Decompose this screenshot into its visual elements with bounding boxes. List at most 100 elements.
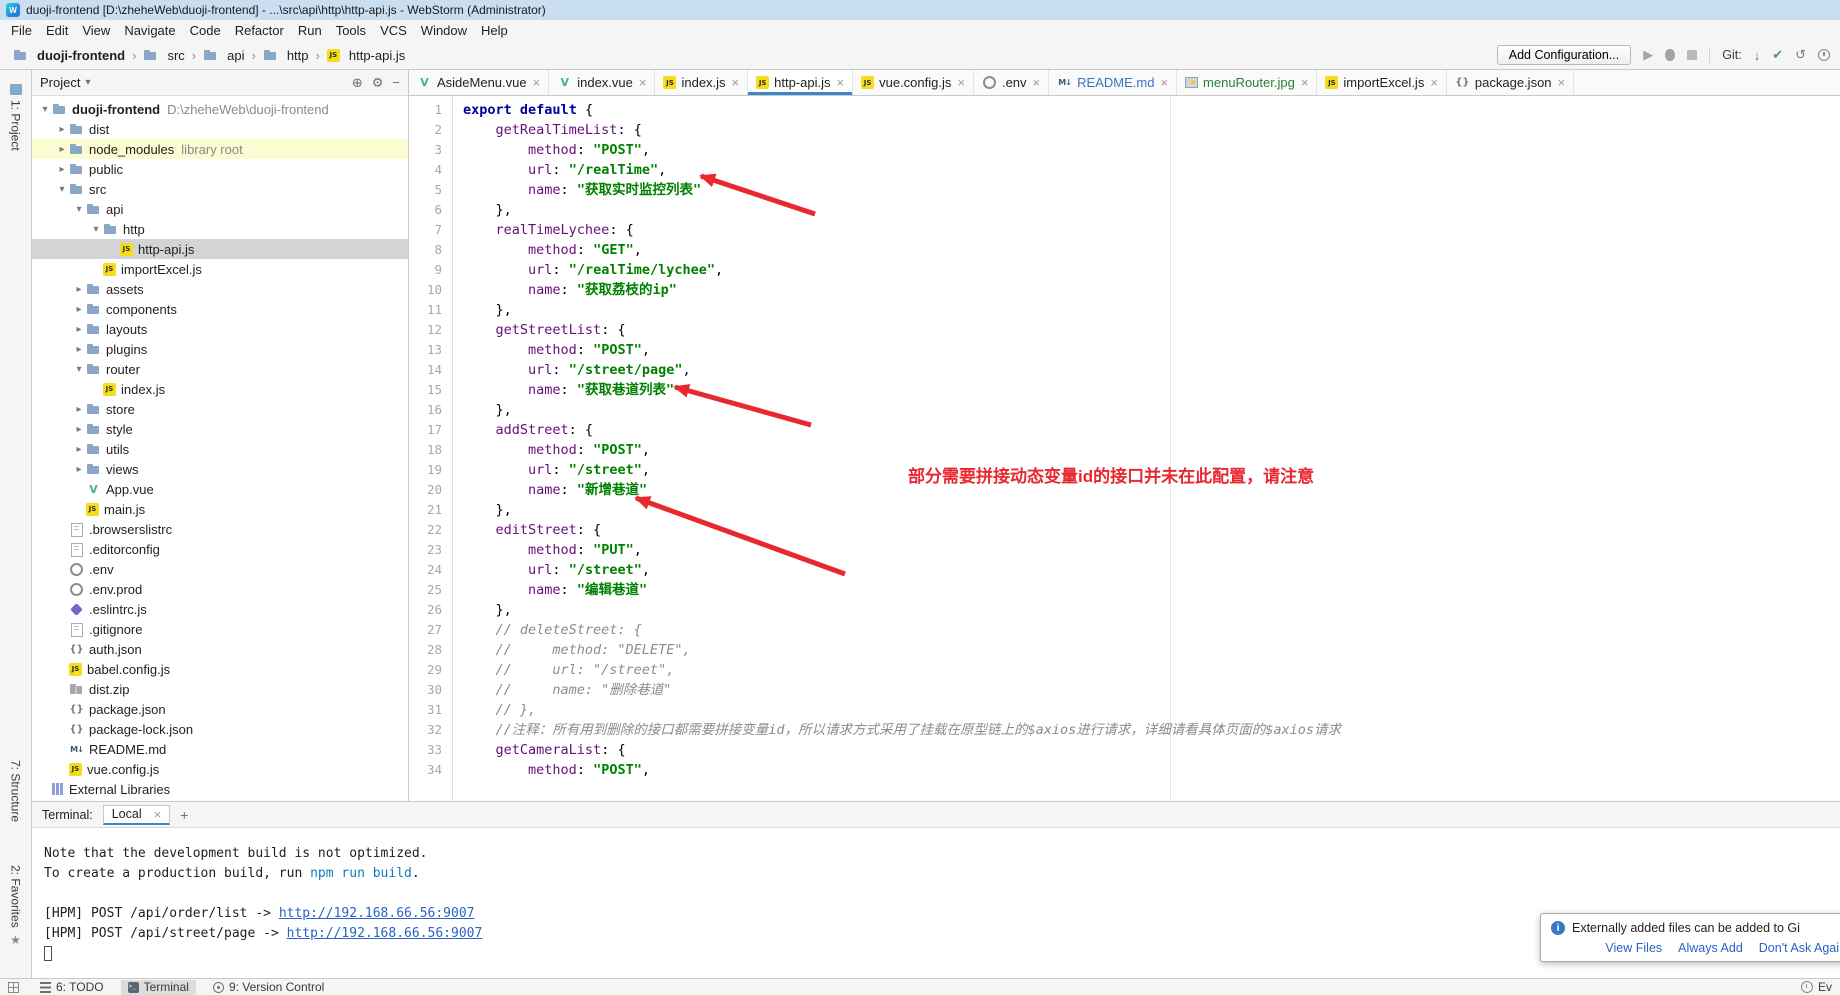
tree-item-vue-config-js[interactable]: vue.config.js: [32, 759, 408, 779]
close-icon[interactable]: [1160, 75, 1168, 90]
chevron-down-icon[interactable]: [72, 204, 86, 215]
menu-tools[interactable]: Tools: [329, 21, 373, 40]
new-terminal-button[interactable]: [180, 807, 188, 823]
chevron-right-icon[interactable]: [72, 444, 86, 455]
tree-item-package-json[interactable]: package.json: [32, 699, 408, 719]
code-line[interactable]: //注释：所有用到删除的接口都需要拼接变量id，所以请求方式采用了挂载在原型链上…: [463, 720, 1840, 740]
tab-vue-config-js[interactable]: vue.config.js: [853, 70, 974, 95]
statusbar-terminal[interactable]: Terminal: [121, 980, 196, 995]
close-icon[interactable]: [533, 75, 541, 90]
close-icon[interactable]: [154, 807, 162, 822]
code-line[interactable]: name: "编辑巷道": [463, 580, 1840, 600]
git-revert-icon[interactable]: ↺: [1795, 47, 1806, 63]
code-line[interactable]: },: [463, 400, 1840, 420]
tree-item-main-js[interactable]: main.js: [32, 499, 408, 519]
tree-item-package-lock-json[interactable]: package-lock.json: [32, 719, 408, 739]
code-line[interactable]: addStreet: {: [463, 420, 1840, 440]
terminal-link[interactable]: http://192.168.66.56:9007: [287, 926, 483, 941]
tree-item-importexcel-js[interactable]: importExcel.js: [32, 259, 408, 279]
code-line[interactable]: // name: "删除巷道": [463, 680, 1840, 700]
chevron-right-icon[interactable]: [72, 304, 86, 315]
statusbar-9-version-control[interactable]: 9: Version Control: [206, 980, 331, 995]
chevron-right-icon[interactable]: [72, 404, 86, 415]
breadcrumb-item-api[interactable]: api: [200, 47, 247, 64]
code-line[interactable]: url: "/realTime/lychee",: [463, 260, 1840, 280]
hide-panel-icon[interactable]: −: [392, 75, 400, 91]
close-icon[interactable]: [1301, 75, 1309, 90]
breadcrumb-item-duoji-frontend[interactable]: duoji-frontend: [10, 47, 128, 64]
menu-help[interactable]: Help: [474, 21, 515, 40]
code-line[interactable]: getCameraList: {: [463, 740, 1840, 760]
chevron-down-icon[interactable]: ▾: [85, 77, 90, 88]
tree-item-style[interactable]: style: [32, 419, 408, 439]
code-line[interactable]: // url: "/street",: [463, 660, 1840, 680]
code-editor[interactable]: 1234567891011121314151617181920212223242…: [409, 96, 1840, 801]
code-line[interactable]: name: "获取巷道列表": [463, 380, 1840, 400]
tree-item-router[interactable]: router: [32, 359, 408, 379]
code-line[interactable]: },: [463, 600, 1840, 620]
menu-code[interactable]: Code: [183, 21, 228, 40]
editor-gutter[interactable]: 1234567891011121314151617181920212223242…: [409, 96, 453, 801]
chevron-right-icon[interactable]: [55, 144, 69, 155]
menu-edit[interactable]: Edit: [39, 21, 75, 40]
tree-item-auth-json[interactable]: auth.json: [32, 639, 408, 659]
code-line[interactable]: },: [463, 300, 1840, 320]
git-update-icon[interactable]: ↓: [1754, 48, 1761, 63]
terminal-link[interactable]: http://192.168.66.56:9007: [279, 906, 475, 921]
code-line[interactable]: // },: [463, 700, 1840, 720]
code-line[interactable]: method: "POST",: [463, 440, 1840, 460]
run-icon[interactable]: ▶: [1643, 47, 1653, 63]
code-line[interactable]: method: "PUT",: [463, 540, 1840, 560]
code-line[interactable]: // deleteStreet: {: [463, 620, 1840, 640]
tree-item-app-vue[interactable]: App.vue: [32, 479, 408, 499]
tab-index-js[interactable]: index.js: [655, 70, 748, 95]
menu-file[interactable]: File: [4, 21, 39, 40]
chevron-right-icon[interactable]: [72, 284, 86, 295]
close-icon[interactable]: [732, 75, 740, 90]
tab-menurouter-jpg[interactable]: menuRouter.jpg: [1177, 70, 1317, 95]
menu-view[interactable]: View: [75, 21, 117, 40]
close-icon[interactable]: [639, 75, 647, 90]
toolwindow-favorites-button[interactable]: 2: Favorites ★: [0, 865, 31, 947]
tree-item-duoji-frontend[interactable]: duoji-frontendD:\zheheWeb\duoji-frontend: [32, 99, 408, 119]
gear-icon[interactable]: ⚙: [372, 75, 384, 91]
tree-item-api[interactable]: api: [32, 199, 408, 219]
code-line[interactable]: export default {: [463, 100, 1840, 120]
close-icon[interactable]: [1430, 75, 1438, 90]
chevron-right-icon[interactable]: [72, 324, 86, 335]
tree-item-editorconfig[interactable]: .editorconfig: [32, 539, 408, 559]
chevron-down-icon[interactable]: [72, 364, 86, 375]
chevron-right-icon[interactable]: [55, 164, 69, 175]
code-line[interactable]: url: "/street/page",: [463, 360, 1840, 380]
history-icon[interactable]: [1818, 49, 1830, 61]
breadcrumb-item-http-api-js[interactable]: http-api.js: [324, 47, 408, 64]
tab-importexcel-js[interactable]: importExcel.js: [1317, 70, 1447, 95]
project-panel-title[interactable]: Project: [40, 75, 80, 90]
code-line[interactable]: method: "POST",: [463, 760, 1840, 780]
toolwindow-structure-button[interactable]: 7: Structure: [0, 760, 31, 822]
code-line[interactable]: method: "POST",: [463, 340, 1840, 360]
menu-refactor[interactable]: Refactor: [228, 21, 291, 40]
tree-item-layouts[interactable]: layouts: [32, 319, 408, 339]
code-line[interactable]: },: [463, 500, 1840, 520]
add-configuration-button[interactable]: Add Configuration...: [1497, 45, 1632, 65]
tab-package-json[interactable]: package.json: [1447, 70, 1574, 95]
statusbar-6-todo[interactable]: 6: TODO: [33, 980, 111, 995]
terminal-tab-local[interactable]: Local: [103, 805, 170, 825]
menu-window[interactable]: Window: [414, 21, 474, 40]
code-line[interactable]: url: "/realTime",: [463, 160, 1840, 180]
tree-item-gitignore[interactable]: .gitignore: [32, 619, 408, 639]
event-log-button[interactable]: Ev: [1801, 980, 1834, 994]
menu-run[interactable]: Run: [291, 21, 329, 40]
tree-item-views[interactable]: views: [32, 459, 408, 479]
tree-item-assets[interactable]: assets: [32, 279, 408, 299]
debug-icon[interactable]: [1665, 49, 1675, 61]
close-icon[interactable]: [1558, 75, 1566, 90]
tree-item-http-api-js[interactable]: http-api.js: [32, 239, 408, 259]
locate-file-icon[interactable]: ⊕: [352, 75, 363, 91]
tree-item-readme-md[interactable]: README.md: [32, 739, 408, 759]
tab-index-vue[interactable]: index.vue: [549, 70, 655, 95]
tree-item-index-js[interactable]: index.js: [32, 379, 408, 399]
notification-link-always-add[interactable]: Always Add: [1678, 941, 1743, 955]
code-line[interactable]: name: "获取实时监控列表": [463, 180, 1840, 200]
